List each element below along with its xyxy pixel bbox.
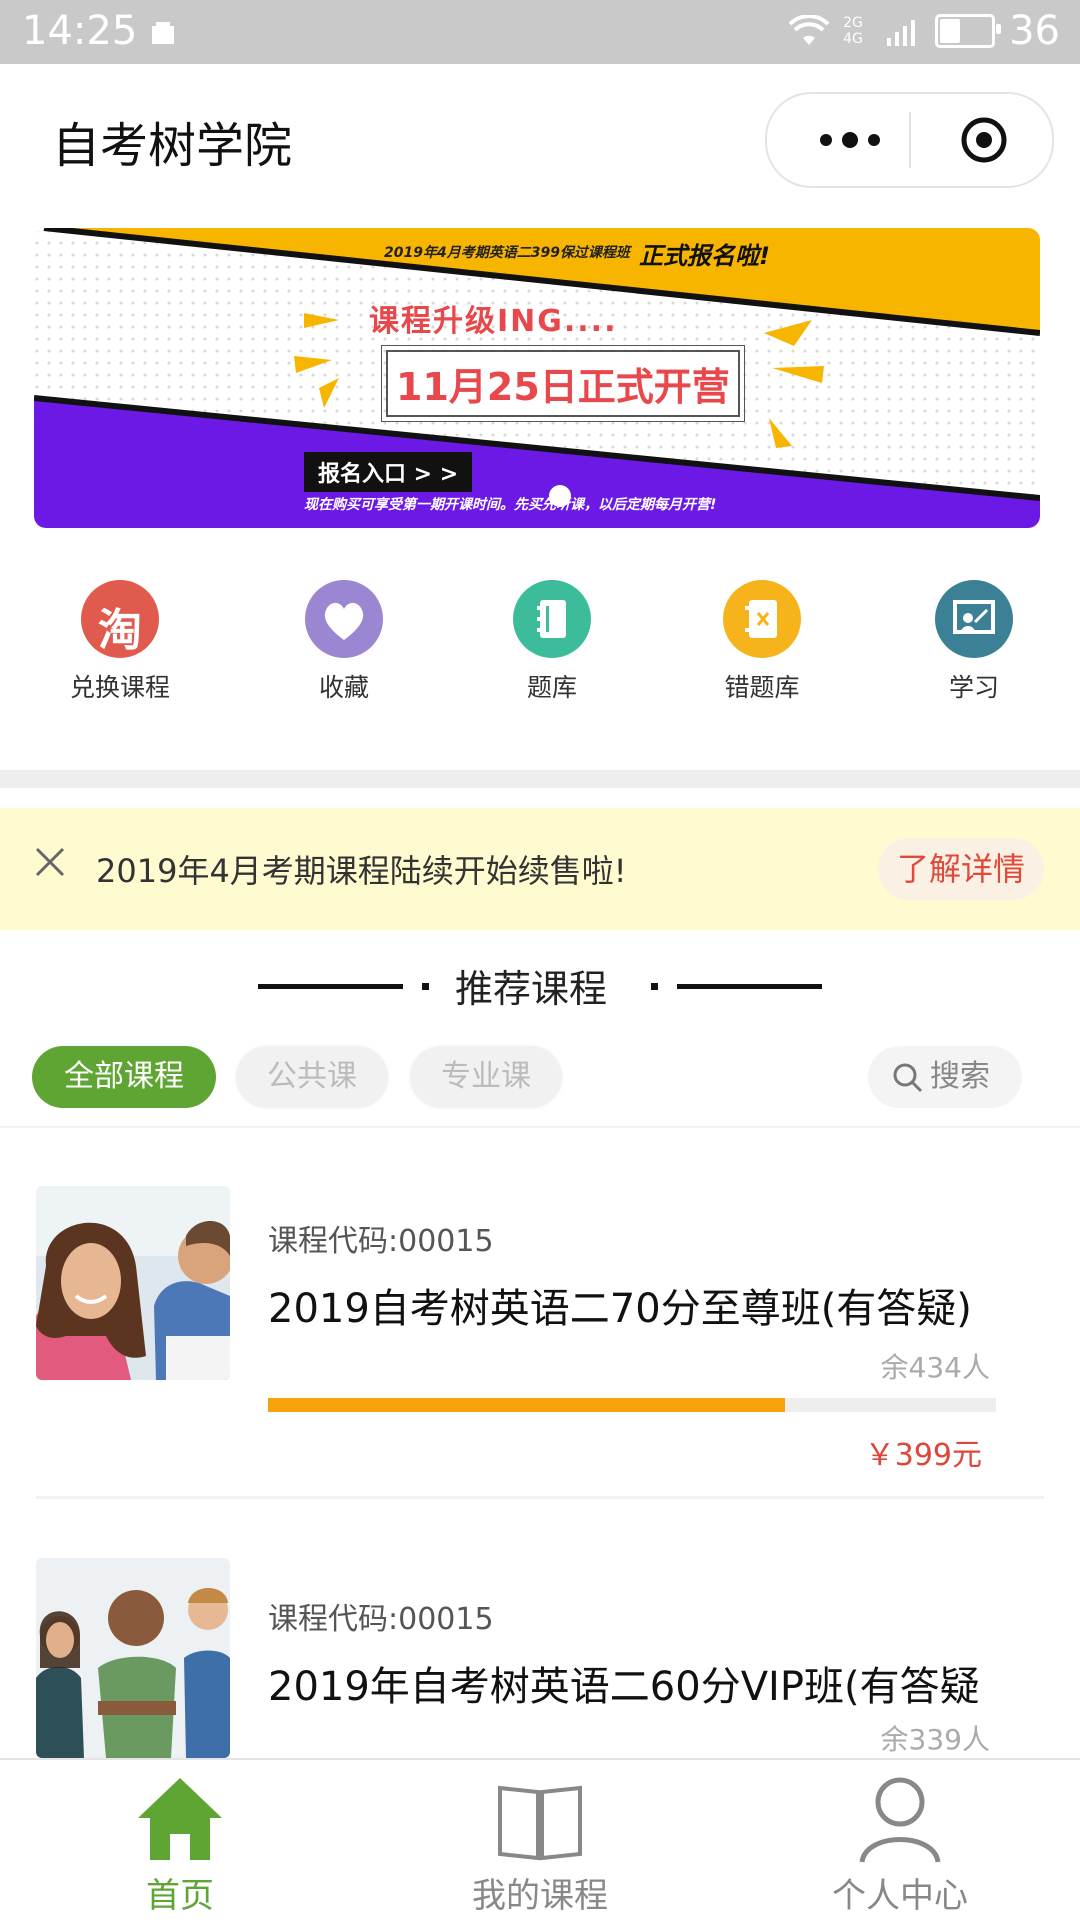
book-icon	[420, 1770, 660, 1866]
menu-label: 题库	[526, 673, 577, 702]
filter-divider	[0, 1126, 1080, 1128]
tab-public-courses[interactable]: 公共课	[236, 1046, 388, 1108]
menu-label: 错题库	[724, 673, 800, 702]
enrollment-progress-bar	[268, 1398, 996, 1412]
course-filters: 全部课程 公共课 专业课 搜索	[0, 1046, 1080, 1126]
tab-label: 首页	[146, 1876, 214, 1916]
promo-banner[interactable]: 2019年4月考期英语二399保过课程班 正式报名啦! 课程升级ING.... …	[34, 228, 1040, 528]
page-title: 自考树学院	[52, 118, 293, 174]
battery-icon	[935, 14, 1002, 48]
course-thumbnail	[36, 1186, 230, 1380]
course-code: 课程代码:00015	[268, 1602, 494, 1637]
signal-icon	[887, 20, 916, 46]
taobao-icon: 淘	[81, 580, 159, 658]
study-board-icon	[935, 580, 1013, 658]
course-name: 2019年自考树英语二60分VIP班(有答疑	[268, 1664, 980, 1710]
notice-bar: 2019年4月考期课程陆续开始续售啦! 了解详情	[0, 808, 1080, 930]
close-mini-program-icon[interactable]	[959, 115, 1009, 165]
menu-item-redeem-course[interactable]: 淘 兑换课程	[30, 580, 210, 704]
progress-fill	[268, 1398, 785, 1412]
menu-label: 兑换课程	[69, 673, 170, 702]
banner-upgrade-text: 课程升级ING....	[369, 304, 618, 339]
tab-my-courses[interactable]: 我的课程	[420, 1770, 660, 1917]
course-divider	[36, 1496, 1044, 1499]
banner-signup-entry[interactable]: 报名入口 > >	[304, 452, 473, 492]
tab-personal-center[interactable]: 个人中心	[780, 1770, 1020, 1917]
tab-home[interactable]: 首页	[60, 1770, 300, 1917]
status-bar: 14:25 2G 4G 36	[0, 0, 1080, 64]
menu-item-study[interactable]: 学习	[884, 580, 1064, 704]
course-price: ￥399元	[864, 1438, 982, 1473]
menu-item-wrong-questions[interactable]: 错题库	[672, 580, 852, 704]
close-icon[interactable]	[34, 846, 66, 878]
user-icon	[780, 1770, 1020, 1866]
course-thumbnail	[36, 1558, 230, 1758]
title-decoration	[422, 983, 429, 990]
banner-note: 现在购买可享受第一期开课时间。先买先听课，以后定期每月开营!	[304, 497, 717, 513]
wrong-question-icon	[723, 580, 801, 658]
wifi-icon	[789, 15, 830, 45]
banner-course-name: 2019年4月考期英语二399保过课程班	[384, 245, 630, 261]
heart-icon	[305, 580, 383, 658]
title-decoration	[651, 983, 658, 990]
tab-major-courses[interactable]: 专业课	[410, 1046, 562, 1108]
app-header: 自考树学院	[0, 64, 1080, 214]
bottom-tab-bar: 首页 我的课程 个人中心	[0, 1758, 1080, 1922]
battery-level: 36	[1009, 8, 1060, 54]
status-time: 14:25	[22, 8, 138, 54]
tab-all-courses[interactable]: 全部课程	[32, 1046, 216, 1108]
tab-label: 我的课程	[472, 1876, 608, 1916]
carousel-indicator[interactable]	[549, 485, 571, 507]
tab-label: 个人中心	[832, 1876, 968, 1916]
menu-item-favorites[interactable]: 收藏	[254, 580, 434, 704]
learn-more-button[interactable]: 了解详情	[878, 838, 1044, 900]
course-name: 2019自考树英语二70分至尊班(有答疑)	[268, 1286, 972, 1332]
search-label: 搜索	[930, 1059, 990, 1094]
question-bank-icon	[513, 580, 591, 658]
menu-label: 学习	[948, 673, 999, 702]
banner-date-text: 11月25日正式开营	[381, 345, 745, 422]
more-options-icon[interactable]	[805, 122, 895, 158]
sim-card-icon	[152, 22, 174, 44]
network-type: 2G 4G	[843, 15, 863, 47]
search-button[interactable]: 搜索	[868, 1046, 1022, 1108]
home-icon	[60, 1770, 300, 1866]
capsule-divider	[909, 112, 911, 168]
banner-headline: 正式报名啦!	[639, 242, 770, 270]
course-remaining: 余339人	[880, 1723, 990, 1756]
recommended-section-header: 推荐课程	[0, 950, 1080, 1011]
course-code: 课程代码:00015	[268, 1224, 494, 1259]
title-decoration	[677, 984, 822, 989]
section-title: 推荐课程	[455, 967, 608, 1011]
course-remaining: 余434人	[880, 1351, 990, 1384]
quick-menu: 淘 兑换课程 收藏 题库 错题库 学习	[0, 580, 1080, 710]
notice-text: 2019年4月考期课程陆续开始续售啦!	[96, 852, 627, 890]
mini-program-capsule	[765, 92, 1054, 188]
title-decoration	[258, 984, 403, 989]
section-divider	[0, 770, 1080, 788]
menu-item-question-bank[interactable]: 题库	[462, 580, 642, 704]
search-icon	[893, 1063, 923, 1093]
menu-label: 收藏	[318, 673, 369, 702]
